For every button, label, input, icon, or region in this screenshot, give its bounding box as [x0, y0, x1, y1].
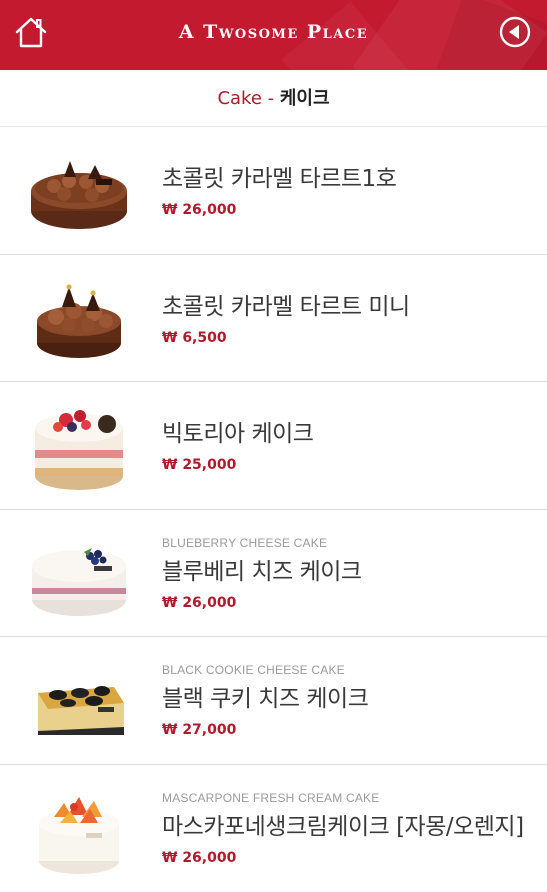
list-item[interactable]: BLUEBERRY CHEESE CAKE 블루베리 치즈 케이크 ₩ 26,0… — [0, 510, 547, 638]
product-name: 초콜릿 카라멜 타르트 미니 — [162, 287, 535, 321]
product-price: ₩ 27,000 — [162, 722, 535, 738]
product-name: 빅토리아 케이크 — [162, 414, 535, 448]
list-item[interactable]: BLACK COOKIE CHEESE CAKE 블랙 쿠키 치즈 케이크 ₩ … — [0, 637, 547, 765]
product-price: ₩ 26,000 — [162, 202, 535, 218]
product-price: ₩ 26,000 — [162, 595, 535, 611]
category-en: Cake — [217, 88, 261, 109]
product-name: 블랙 쿠키 치즈 케이크 — [162, 679, 535, 713]
product-name: 초콜릿 카라멜 타르트1호 — [162, 159, 535, 193]
list-item[interactable]: 초콜릿 카라멜 타르트1호 ₩ 26,000 — [0, 127, 547, 255]
product-info: BLUEBERRY CHEESE CAKE 블루베리 치즈 케이크 ₩ 26,0… — [162, 536, 535, 611]
product-price: ₩ 26,000 — [162, 850, 535, 866]
list-item[interactable]: 초콜릿 카라멜 타르트 미니 ₩ 6,500 — [0, 255, 547, 383]
product-english-name: BLACK COOKIE CHEESE CAKE — [162, 663, 535, 677]
blueberry-cheese-cake-image — [24, 522, 134, 626]
product-info: BLACK COOKIE CHEESE CAKE 블랙 쿠키 치즈 케이크 ₩ … — [162, 663, 535, 738]
black-cookie-cheese-cake-image — [24, 649, 134, 753]
list-item[interactable]: MASCARPONE FRESH CREAM CAKE 마스카포네생크림케이크 … — [0, 765, 547, 892]
top-bar: A Twosome Place — [0, 0, 547, 70]
product-english-name: MASCARPONE FRESH CREAM CAKE — [162, 791, 535, 805]
product-name: 블루베리 치즈 케이크 — [162, 552, 535, 586]
chocolate-caramel-tart-image — [24, 139, 134, 243]
category-ko: 케이크 — [280, 88, 330, 109]
product-price: ₩ 6,500 — [162, 330, 535, 346]
list-item[interactable]: 빅토리아 케이크 ₩ 25,000 — [0, 382, 547, 510]
product-english-name: BLUEBERRY CHEESE CAKE — [162, 536, 535, 550]
product-info: 초콜릿 카라멜 타르트 미니 ₩ 6,500 — [162, 287, 535, 346]
back-arrow-icon — [499, 16, 531, 48]
product-info: 빅토리아 케이크 ₩ 25,000 — [162, 414, 535, 473]
product-info: MASCARPONE FRESH CREAM CAKE 마스카포네생크림케이크 … — [162, 791, 535, 866]
back-button[interactable] — [499, 16, 531, 48]
category-header: Cake - 케이크 — [0, 70, 547, 127]
product-list: 초콜릿 카라멜 타르트1호 ₩ 26,000 초콜릿 카라멜 타르트 미니 ₩ … — [0, 127, 547, 892]
product-info: 초콜릿 카라멜 타르트1호 ₩ 26,000 — [162, 159, 535, 218]
mascarpone-fresh-cream-cake-image — [24, 777, 134, 881]
category-separator: - — [262, 88, 280, 109]
product-price: ₩ 25,000 — [162, 457, 535, 473]
chocolate-caramel-tart-mini-image — [24, 267, 134, 371]
product-name: 마스카포네생크림케이크 [자몽/오렌지] — [162, 807, 535, 841]
victoria-cake-image — [24, 394, 134, 498]
brand-title: A Twosome Place — [0, 21, 547, 43]
